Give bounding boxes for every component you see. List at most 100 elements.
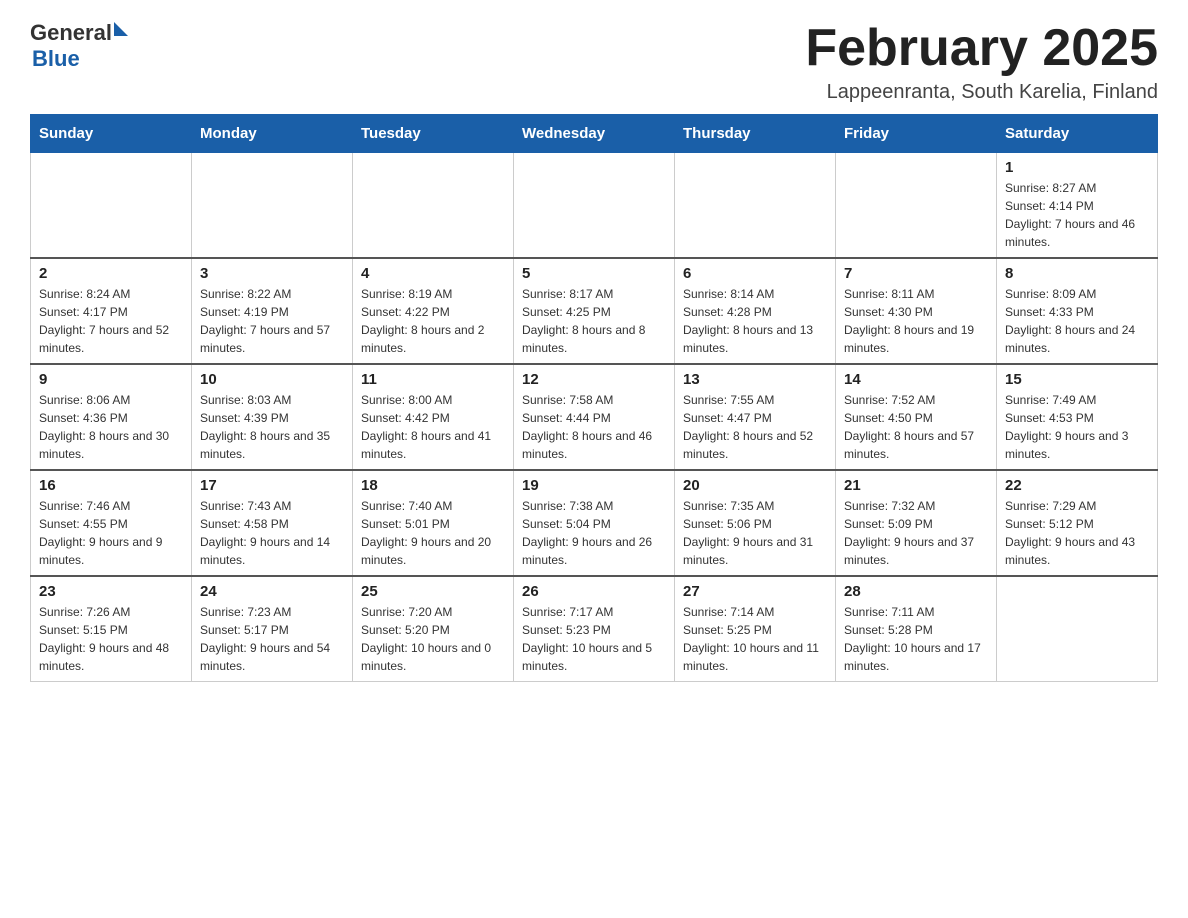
- day-info: Sunrise: 7:38 AMSunset: 5:04 PMDaylight:…: [522, 497, 666, 569]
- calendar-day-cell: 17Sunrise: 7:43 AMSunset: 4:58 PMDayligh…: [192, 470, 353, 576]
- calendar-day-cell: 14 Sunrise: 7:52 AMSunset: 4:50 PMDayligh…: [836, 364, 997, 470]
- day-info: Sunrise: 8:00 AMSunset: 4:42 PMDaylight:…: [361, 391, 505, 463]
- day-number: 17: [200, 477, 344, 494]
- weekday-header-friday: Friday: [836, 115, 997, 153]
- calendar-day-cell: [675, 153, 836, 259]
- logo-text-general: General: [30, 20, 112, 46]
- calendar-day-cell: [353, 153, 514, 259]
- day-number: 6: [683, 265, 827, 282]
- day-info: Sunrise: 7:20 AMSunset: 5:20 PMDaylight:…: [361, 603, 505, 675]
- day-info: Sunrise: 8:22 AMSunset: 4:19 PMDaylight:…: [200, 285, 344, 357]
- day-number: 16: [39, 477, 183, 494]
- calendar-day-cell: 4 Sunrise: 8:19 AMSunset: 4:22 PMDaylight…: [353, 258, 514, 364]
- calendar-day-cell: 7 Sunrise: 8:11 AMSunset: 4:30 PMDaylight…: [836, 258, 997, 364]
- day-number: 13: [683, 371, 827, 388]
- day-number: 7: [844, 265, 988, 282]
- day-info: Sunrise: 8:14 AMSunset: 4:28 PMDaylight:…: [683, 285, 827, 357]
- day-info: Sunrise: 8:03 AMSunset: 4:39 PMDaylight:…: [200, 391, 344, 463]
- calendar-week-row: 2 Sunrise: 8:24 AMSunset: 4:17 PMDaylight…: [31, 258, 1158, 364]
- day-number: 14: [844, 371, 988, 388]
- calendar-day-cell: 23Sunrise: 7:26 AMSunset: 5:15 PMDayligh…: [31, 576, 192, 682]
- day-info: Sunrise: 8:27 AMSunset: 4:14 PMDaylight:…: [1005, 179, 1149, 251]
- calendar-day-cell: [31, 153, 192, 259]
- day-number: 15: [1005, 371, 1149, 388]
- day-number: 26: [522, 583, 666, 600]
- day-info: Sunrise: 7:29 AMSunset: 5:12 PMDaylight:…: [1005, 497, 1149, 569]
- weekday-header-tuesday: Tuesday: [353, 115, 514, 153]
- weekday-header-wednesday: Wednesday: [514, 115, 675, 153]
- calendar-day-cell: 28 Sunrise: 7:11 AMSunset: 5:28 PMDayligh…: [836, 576, 997, 682]
- location-subtitle: Lappeenranta, South Karelia, Finland: [805, 81, 1158, 104]
- calendar-day-cell: 24 Sunrise: 7:23 AMSunset: 5:17 PMDayligh…: [192, 576, 353, 682]
- day-info: Sunrise: 7:23 AMSunset: 5:17 PMDaylight:…: [200, 603, 344, 675]
- calendar-day-cell: 9 Sunrise: 8:06 AMSunset: 4:36 PMDaylight…: [31, 364, 192, 470]
- day-number: 3: [200, 265, 344, 282]
- logo: General Blue: [30, 20, 128, 72]
- day-info: Sunrise: 8:19 AMSunset: 4:22 PMDaylight:…: [361, 285, 505, 357]
- calendar-day-cell: 25 Sunrise: 7:20 AMSunset: 5:20 PMDayligh…: [353, 576, 514, 682]
- title-block: February 2025 Lappeenranta, South Kareli…: [805, 20, 1158, 104]
- day-info: Sunrise: 7:26 AMSunset: 5:15 PMDaylight:…: [39, 603, 183, 675]
- day-info: Sunrise: 7:11 AMSunset: 5:28 PMDaylight:…: [844, 603, 988, 675]
- day-number: 21: [844, 477, 988, 494]
- day-number: 4: [361, 265, 505, 282]
- calendar-day-cell: 26 Sunrise: 7:17 AMSunset: 5:23 PMDayligh…: [514, 576, 675, 682]
- day-number: 19: [522, 477, 666, 494]
- logo-arrow-icon: [114, 22, 128, 36]
- day-number: 8: [1005, 265, 1149, 282]
- calendar-day-cell: 8 Sunrise: 8:09 AMSunset: 4:33 PMDaylight…: [997, 258, 1158, 364]
- logo-text-blue: Blue: [32, 46, 80, 72]
- day-number: 12: [522, 371, 666, 388]
- calendar-day-cell: 21 Sunrise: 7:32 AMSunset: 5:09 PMDayligh…: [836, 470, 997, 576]
- calendar-day-cell: 10Sunrise: 8:03 AMSunset: 4:39 PMDayligh…: [192, 364, 353, 470]
- day-info: Sunrise: 7:17 AMSunset: 5:23 PMDaylight:…: [522, 603, 666, 675]
- day-number: 25: [361, 583, 505, 600]
- calendar-day-cell: 18Sunrise: 7:40 AMSunset: 5:01 PMDayligh…: [353, 470, 514, 576]
- calendar-day-cell: [997, 576, 1158, 682]
- day-number: 5: [522, 265, 666, 282]
- day-info: Sunrise: 8:09 AMSunset: 4:33 PMDaylight:…: [1005, 285, 1149, 357]
- calendar-day-cell: 13Sunrise: 7:55 AMSunset: 4:47 PMDayligh…: [675, 364, 836, 470]
- day-info: Sunrise: 7:49 AMSunset: 4:53 PMDaylight:…: [1005, 391, 1149, 463]
- calendar-day-cell: 19 Sunrise: 7:38 AMSunset: 5:04 PMDayligh…: [514, 470, 675, 576]
- day-number: 22: [1005, 477, 1149, 494]
- day-number: 28: [844, 583, 988, 600]
- calendar-day-cell: 5 Sunrise: 8:17 AMSunset: 4:25 PMDaylight…: [514, 258, 675, 364]
- weekday-header-saturday: Saturday: [997, 115, 1158, 153]
- day-number: 27: [683, 583, 827, 600]
- weekday-header-monday: Monday: [192, 115, 353, 153]
- calendar-day-cell: 20 Sunrise: 7:35 AMSunset: 5:06 PMDayligh…: [675, 470, 836, 576]
- day-number: 2: [39, 265, 183, 282]
- calendar-day-cell: 6 Sunrise: 8:14 AMSunset: 4:28 PMDaylight…: [675, 258, 836, 364]
- calendar-day-cell: 16Sunrise: 7:46 AMSunset: 4:55 PMDayligh…: [31, 470, 192, 576]
- day-number: 20: [683, 477, 827, 494]
- day-info: Sunrise: 8:24 AMSunset: 4:17 PMDaylight:…: [39, 285, 183, 357]
- calendar-day-cell: 2 Sunrise: 8:24 AMSunset: 4:17 PMDaylight…: [31, 258, 192, 364]
- day-info: Sunrise: 7:32 AMSunset: 5:09 PMDaylight:…: [844, 497, 988, 569]
- weekday-header-sunday: Sunday: [31, 115, 192, 153]
- calendar-week-row: 16Sunrise: 7:46 AMSunset: 4:55 PMDayligh…: [31, 470, 1158, 576]
- calendar-week-row: 23Sunrise: 7:26 AMSunset: 5:15 PMDayligh…: [31, 576, 1158, 682]
- calendar-week-row: 1Sunrise: 8:27 AMSunset: 4:14 PMDaylight…: [31, 153, 1158, 259]
- day-info: Sunrise: 7:40 AMSunset: 5:01 PMDaylight:…: [361, 497, 505, 569]
- day-info: Sunrise: 8:06 AMSunset: 4:36 PMDaylight:…: [39, 391, 183, 463]
- calendar-day-cell: 22 Sunrise: 7:29 AMSunset: 5:12 PMDayligh…: [997, 470, 1158, 576]
- calendar-day-cell: [836, 153, 997, 259]
- calendar-day-cell: 12 Sunrise: 7:58 AMSunset: 4:44 PMDayligh…: [514, 364, 675, 470]
- day-info: Sunrise: 8:17 AMSunset: 4:25 PMDaylight:…: [522, 285, 666, 357]
- calendar-header-row: SundayMondayTuesdayWednesdayThursdayFrid…: [31, 115, 1158, 153]
- page-header: General Blue February 2025 Lappeenranta,…: [30, 20, 1158, 104]
- calendar-day-cell: [514, 153, 675, 259]
- calendar-day-cell: 1Sunrise: 8:27 AMSunset: 4:14 PMDaylight…: [997, 153, 1158, 259]
- day-number: 24: [200, 583, 344, 600]
- day-number: 9: [39, 371, 183, 388]
- day-info: Sunrise: 7:52 AMSunset: 4:50 PMDaylight:…: [844, 391, 988, 463]
- calendar-day-cell: 11Sunrise: 8:00 AMSunset: 4:42 PMDayligh…: [353, 364, 514, 470]
- day-info: Sunrise: 8:11 AMSunset: 4:30 PMDaylight:…: [844, 285, 988, 357]
- calendar-day-cell: 27 Sunrise: 7:14 AMSunset: 5:25 PMDayligh…: [675, 576, 836, 682]
- day-info: Sunrise: 7:35 AMSunset: 5:06 PMDaylight:…: [683, 497, 827, 569]
- day-info: Sunrise: 7:14 AMSunset: 5:25 PMDaylight:…: [683, 603, 827, 675]
- calendar-day-cell: [192, 153, 353, 259]
- day-info: Sunrise: 7:58 AMSunset: 4:44 PMDaylight:…: [522, 391, 666, 463]
- calendar-day-cell: 15 Sunrise: 7:49 AMSunset: 4:53 PMDayligh…: [997, 364, 1158, 470]
